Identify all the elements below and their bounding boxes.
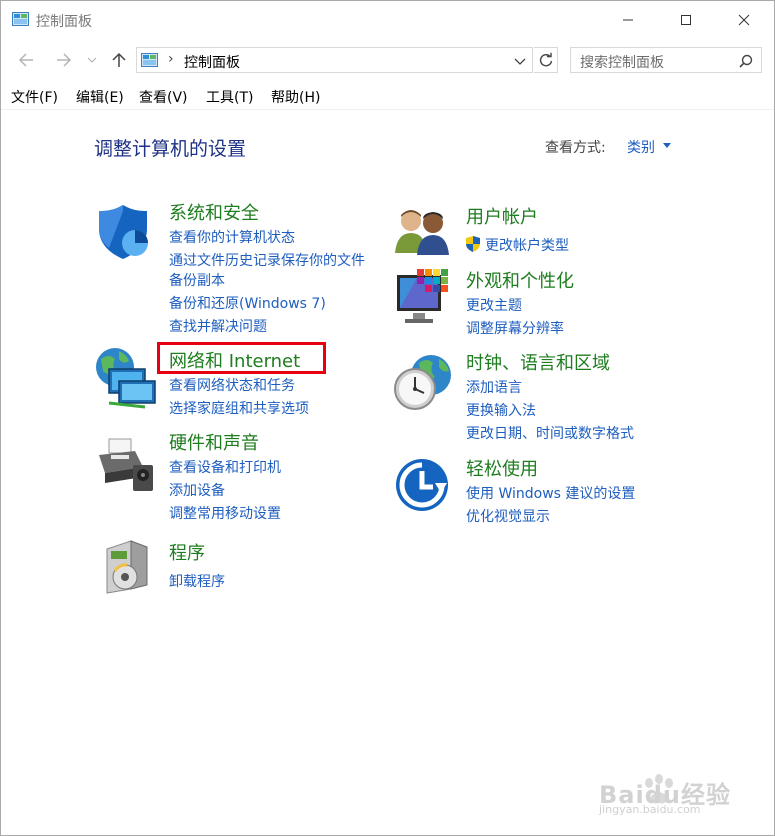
- recent-locations-button[interactable]: [85, 49, 99, 71]
- link-change-account-type[interactable]: 更改帐户类型: [485, 235, 569, 255]
- control-panel-window: 控制面板 › 控制面板 搜索控制面板 文件(F) 编辑(E) 查看(V) 工具(…: [0, 0, 775, 836]
- category-ease-of-access[interactable]: 轻松使用: [466, 455, 538, 481]
- arrow-left-icon: [18, 53, 33, 67]
- link-add-device[interactable]: 添加设备: [169, 480, 225, 500]
- search-input[interactable]: 搜索控制面板: [570, 47, 762, 73]
- minimize-icon: [623, 19, 633, 21]
- page-title: 调整计算机的设置: [94, 138, 247, 160]
- menu-edit[interactable]: 编辑(E): [76, 87, 124, 107]
- menu-help[interactable]: 帮助(H): [271, 87, 320, 107]
- printer-icon: [99, 438, 153, 491]
- window-title: 控制面板: [36, 14, 92, 30]
- arrow-right-icon: [57, 53, 72, 67]
- refresh-button[interactable]: [534, 47, 558, 73]
- menu-bar: 文件(F) 编辑(E) 查看(V) 工具(T) 帮助(H): [1, 85, 774, 110]
- breadcrumb-item[interactable]: 控制面板: [184, 52, 240, 72]
- menu-view[interactable]: 查看(V): [139, 87, 188, 107]
- search-icon[interactable]: [739, 54, 753, 68]
- baidu-watermark: Baidu经验 jingyan.baidu.com: [591, 771, 751, 821]
- user-accounts-icon: [395, 210, 449, 255]
- title-bar[interactable]: 控制面板: [1, 1, 774, 39]
- network-icon: [96, 348, 156, 409]
- breadcrumb-separator[interactable]: ›: [168, 51, 174, 67]
- link-backup-copy[interactable]: 备份副本: [169, 270, 225, 290]
- maximize-button[interactable]: [657, 1, 715, 39]
- appearance-icon: [397, 269, 448, 323]
- back-button[interactable]: [15, 49, 37, 71]
- link-windows-suggested-settings[interactable]: 使用 Windows 建议的设置: [466, 483, 635, 503]
- watermark-subtext: jingyan.baidu.com: [599, 803, 701, 816]
- menu-tools[interactable]: 工具(T): [206, 87, 253, 107]
- programs-icon: [106, 540, 148, 594]
- link-network-status[interactable]: 查看网络状态和任务: [169, 375, 295, 395]
- control-panel-icon: [12, 12, 29, 26]
- link-date-time-format[interactable]: 更改日期、时间或数字格式: [466, 423, 634, 443]
- highlight-box: [157, 342, 326, 374]
- address-row: › 控制面板 搜索控制面板: [1, 43, 774, 79]
- link-screen-resolution[interactable]: 调整屏幕分辨率: [466, 318, 564, 338]
- link-add-language[interactable]: 添加语言: [466, 377, 522, 397]
- forward-button[interactable]: [53, 49, 75, 71]
- up-button[interactable]: [108, 49, 130, 71]
- category-appearance[interactable]: 外观和个性化: [466, 267, 574, 293]
- close-icon: [738, 14, 750, 26]
- link-file-history[interactable]: 通过文件历史记录保存你的文件: [169, 250, 365, 270]
- category-programs[interactable]: 程序: [169, 539, 205, 565]
- shield-icon: [99, 205, 148, 259]
- search-placeholder: 搜索控制面板: [580, 55, 664, 71]
- category-user-accounts[interactable]: 用户帐户: [466, 203, 538, 229]
- uac-shield-icon: [466, 236, 480, 252]
- category-clock-language-region[interactable]: 时钟、语言和区域: [466, 349, 610, 375]
- close-button[interactable]: [715, 1, 773, 39]
- link-mobility-settings[interactable]: 调整常用移动设置: [169, 503, 281, 523]
- view-by-dropdown[interactable]: 类别: [627, 137, 655, 157]
- link-change-theme[interactable]: 更改主题: [466, 295, 522, 315]
- arrow-up-icon: [112, 52, 126, 67]
- ease-of-access-icon: [396, 459, 448, 511]
- control-panel-icon: [141, 53, 158, 67]
- menu-file[interactable]: 文件(F): [11, 87, 58, 107]
- maximize-icon: [681, 15, 691, 25]
- refresh-icon: [539, 52, 552, 67]
- link-homegroup[interactable]: 选择家庭组和共享选项: [169, 398, 309, 418]
- link-change-input-method[interactable]: 更换输入法: [466, 400, 536, 420]
- dropdown-arrow-icon[interactable]: [663, 143, 671, 148]
- clock-globe-icon: [394, 355, 451, 410]
- category-system-security[interactable]: 系统和安全: [169, 199, 259, 225]
- view-by-label: 查看方式:: [545, 140, 606, 156]
- link-optimize-visual-display[interactable]: 优化视觉显示: [466, 506, 550, 526]
- category-hardware-sound[interactable]: 硬件和声音: [169, 429, 259, 455]
- link-backup-restore[interactable]: 备份和还原(Windows 7): [169, 293, 326, 313]
- link-troubleshoot[interactable]: 查找并解决问题: [169, 316, 267, 336]
- minimize-button[interactable]: [599, 1, 657, 39]
- chevron-down-icon: [87, 57, 97, 63]
- link-devices-printers[interactable]: 查看设备和打印机: [169, 457, 281, 477]
- chevron-down-icon[interactable]: [513, 54, 527, 68]
- link-view-computer-status[interactable]: 查看你的计算机状态: [169, 227, 295, 247]
- link-uninstall-program[interactable]: 卸载程序: [169, 571, 225, 591]
- address-bar[interactable]: › 控制面板: [136, 47, 533, 73]
